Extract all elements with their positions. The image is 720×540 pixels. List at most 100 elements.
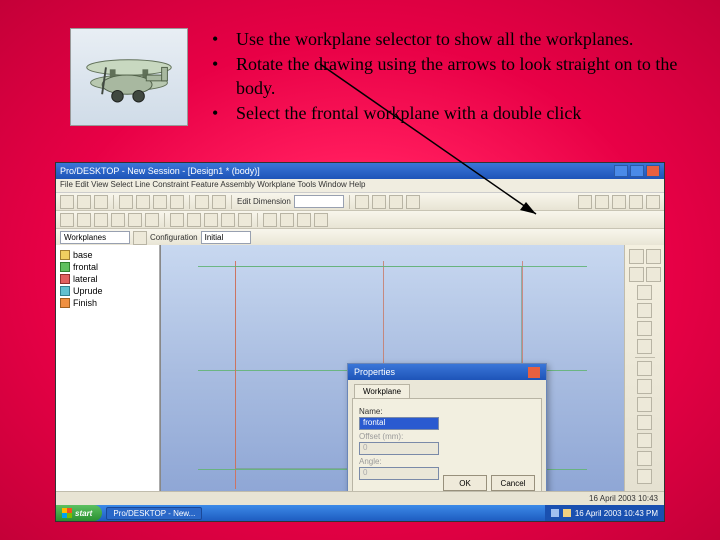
tree-item[interactable]: lateral: [60, 273, 155, 285]
dialog-title: Properties: [354, 367, 395, 377]
feature-icon[interactable]: [314, 213, 328, 227]
cube-icon: [60, 250, 70, 260]
3d-viewport[interactable]: Properties Workplane Name: frontal Offse…: [160, 245, 624, 505]
instruction-list: •Use the workplane selector to show all …: [212, 28, 680, 128]
tree-item[interactable]: Uprude: [60, 285, 155, 297]
top-icon[interactable]: [637, 451, 652, 466]
dialog-help-button[interactable]: [516, 367, 528, 378]
browser-panel: base frontal lateral Uprude Finish: [56, 245, 160, 505]
feature-icon[interactable]: [280, 213, 294, 227]
cut-icon[interactable]: [136, 195, 150, 209]
slide: •Use the workplane selector to show all …: [0, 0, 720, 540]
view-icon[interactable]: [578, 195, 592, 209]
rotate-icon[interactable]: [637, 285, 652, 300]
edit-dimension-label: Edit Dimension: [237, 197, 291, 206]
wireframe-icon[interactable]: [637, 379, 652, 394]
close-button[interactable]: [646, 165, 660, 177]
menu-bar[interactable]: File Edit View Select Line Constraint Fe…: [56, 179, 664, 193]
feature-icon[interactable]: [297, 213, 311, 227]
save-icon[interactable]: [94, 195, 108, 209]
nav-icon[interactable]: [646, 267, 661, 282]
name-label: Name:: [359, 407, 535, 416]
rect-icon[interactable]: [111, 213, 125, 227]
dimension-field[interactable]: [294, 195, 344, 208]
taskbar-item[interactable]: Pro/DESKTOP - New...: [106, 507, 202, 520]
constraint-icon[interactable]: [238, 213, 252, 227]
ok-button[interactable]: OK: [443, 475, 487, 491]
constraint-icon[interactable]: [170, 213, 184, 227]
right-toolbar: [624, 245, 664, 505]
top-row: •Use the workplane selector to show all …: [70, 28, 680, 128]
config-selector[interactable]: Initial: [201, 231, 251, 244]
copy-icon[interactable]: [153, 195, 167, 209]
tray-icon[interactable]: [563, 509, 571, 517]
nav-icon[interactable]: [629, 249, 644, 264]
minimize-button[interactable]: [614, 165, 628, 177]
tree-item[interactable]: frontal: [60, 261, 155, 273]
name-input[interactable]: frontal: [359, 417, 439, 430]
print-icon[interactable]: [119, 195, 133, 209]
circle-icon[interactable]: [94, 213, 108, 227]
nav-icon[interactable]: [629, 267, 644, 282]
tree-item[interactable]: Finish: [60, 297, 155, 309]
biplane-thumbnail: [70, 28, 188, 126]
constraint-icon[interactable]: [204, 213, 218, 227]
instruction-3: Select the frontal workplane with a doub…: [236, 102, 680, 125]
dialog-body: Name: frontal Offset (mm): 0 Angle: 0 OK…: [352, 398, 542, 496]
properties-dialog: Properties Workplane Name: frontal Offse…: [347, 363, 547, 511]
tool-icon[interactable]: [355, 195, 369, 209]
dropdown-icon[interactable]: [133, 231, 147, 245]
feature-icon: [60, 298, 70, 308]
undo-icon[interactable]: [195, 195, 209, 209]
tool-icon[interactable]: [372, 195, 386, 209]
front-icon[interactable]: [637, 433, 652, 448]
hidden-icon[interactable]: [637, 397, 652, 412]
dialog-titlebar[interactable]: Properties: [348, 364, 546, 380]
tool-icon[interactable]: [406, 195, 420, 209]
maximize-button[interactable]: [630, 165, 644, 177]
select-icon[interactable]: [60, 213, 74, 227]
zoom-icon[interactable]: [637, 303, 652, 318]
window-titlebar: Pro/DESKTOP - New Session - [Design1 * (…: [56, 163, 664, 179]
offset-input: 0: [359, 442, 439, 455]
instruction-2: Rotate the drawing using the arrows to l…: [236, 53, 680, 100]
line-icon[interactable]: [77, 213, 91, 227]
arc-icon[interactable]: [128, 213, 142, 227]
view-icon[interactable]: [595, 195, 609, 209]
constraint-icon[interactable]: [221, 213, 235, 227]
workplane-tab[interactable]: Workplane: [354, 384, 410, 398]
cancel-button[interactable]: Cancel: [491, 475, 535, 491]
pan-icon[interactable]: [637, 321, 652, 336]
feature-icon[interactable]: [263, 213, 277, 227]
angle-input: 0: [359, 467, 439, 480]
workplane-selector[interactable]: Workplanes: [60, 231, 130, 244]
start-button[interactable]: start: [56, 505, 102, 521]
status-bar: 16 April 2003 10:43: [56, 491, 664, 505]
side-icon[interactable]: [637, 469, 652, 484]
fit-icon[interactable]: [637, 339, 652, 354]
feature-tree: base frontal lateral Uprude Finish: [56, 245, 159, 313]
plane-icon: [60, 274, 70, 284]
iso-icon[interactable]: [637, 415, 652, 430]
new-icon[interactable]: [60, 195, 74, 209]
tool-icon[interactable]: [389, 195, 403, 209]
view-icon[interactable]: [629, 195, 643, 209]
nav-icon[interactable]: [646, 249, 661, 264]
instruction-1: Use the workplane selector to show all t…: [236, 28, 680, 51]
redo-icon[interactable]: [212, 195, 226, 209]
paste-icon[interactable]: [170, 195, 184, 209]
toolbar-row-2: [56, 211, 664, 229]
status-date: 16 April 2003 10:43: [589, 494, 658, 503]
dialog-close-button[interactable]: [528, 367, 540, 378]
shade-icon[interactable]: [637, 361, 652, 376]
toolbar-row-1: Edit Dimension: [56, 193, 664, 211]
help-icon[interactable]: [646, 195, 660, 209]
tray-icon[interactable]: [551, 509, 559, 517]
constraint-icon[interactable]: [187, 213, 201, 227]
spline-icon[interactable]: [145, 213, 159, 227]
plane-icon: [60, 262, 70, 272]
open-icon[interactable]: [77, 195, 91, 209]
view-icon[interactable]: [612, 195, 626, 209]
tree-item[interactable]: base: [60, 249, 155, 261]
system-tray[interactable]: 16 April 2003 10:43 PM: [545, 505, 664, 521]
